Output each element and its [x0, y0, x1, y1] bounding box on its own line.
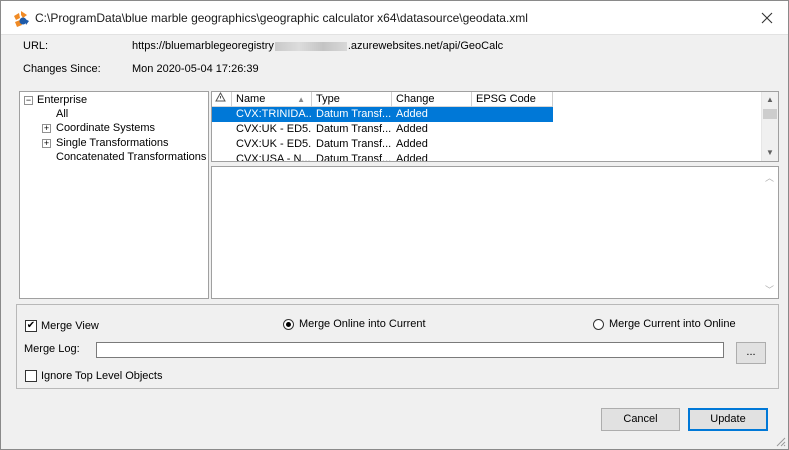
changes-since-label: Changes Since:	[23, 63, 101, 75]
tree-item-enterprise[interactable]: Enterprise	[37, 93, 87, 107]
grid-header: Name ▲ Type Change EPSG Code	[212, 92, 553, 107]
url-prefix: https://bluemarblegeoregistry	[132, 40, 274, 52]
merge-online-label: Merge Online into Current	[299, 318, 426, 330]
tree-item-coordinate-systems[interactable]: Coordinate Systems	[56, 121, 155, 135]
update-button[interactable]: Update	[688, 408, 768, 431]
table-row[interactable]: CVX:UK - ED5... Datum Transf... Added	[212, 137, 553, 152]
window-title: C:\ProgramData\blue marble geographics\g…	[35, 11, 528, 25]
category-tree[interactable]: − Enterprise All + Coordinate Systems + …	[19, 91, 209, 299]
cancel-button[interactable]: Cancel	[601, 408, 680, 431]
merge-current-radio[interactable]	[593, 319, 604, 330]
collapse-icon[interactable]: −	[24, 96, 33, 105]
column-header-change[interactable]: Change	[392, 92, 472, 107]
close-button[interactable]	[752, 5, 782, 31]
url-label: URL:	[23, 40, 49, 52]
scroll-up-icon[interactable]: ︿	[765, 171, 774, 184]
expand-icon[interactable]: +	[42, 139, 51, 148]
browse-button[interactable]: ...	[736, 342, 766, 364]
url-value: https://bluemarblegeoregistry .azurewebsi…	[132, 40, 503, 52]
detail-panel[interactable]: ︿ ﹀	[211, 166, 779, 299]
app-logo-icon	[12, 10, 30, 28]
table-row[interactable]: CVX:USA - N... Datum Transf... Added	[212, 152, 553, 161]
changes-grid[interactable]: Name ▲ Type Change EPSG Code CVX:TRINIDA…	[211, 91, 779, 162]
dialog-window: C:\ProgramData\blue marble geographics\g…	[0, 0, 789, 450]
expand-icon[interactable]: +	[42, 124, 51, 133]
sort-asc-icon: ▲	[297, 95, 305, 104]
scroll-thumb[interactable]	[763, 109, 777, 119]
scroll-down-icon[interactable]: ▼	[762, 145, 778, 161]
merge-online-radio[interactable]	[283, 319, 294, 330]
title-bar: C:\ProgramData\blue marble geographics\g…	[1, 1, 788, 35]
grid-scrollbar[interactable]: ▲ ▼	[761, 92, 778, 161]
merge-view-checkbox[interactable]: ✔	[25, 320, 37, 332]
merge-view-label: Merge View	[41, 320, 99, 332]
merge-log-label: Merge Log:	[24, 343, 80, 355]
redacted-blur	[274, 41, 347, 51]
merge-log-input[interactable]	[96, 342, 724, 358]
table-row[interactable]: CVX:TRINIDA... Datum Transf... Added	[212, 107, 553, 122]
merge-current-label: Merge Current into Online	[609, 318, 736, 330]
warning-column-icon[interactable]	[212, 92, 232, 107]
close-icon	[761, 12, 773, 24]
merge-options-group: ✔ Merge View Merge Online into Current M…	[16, 304, 779, 389]
table-row[interactable]: CVX:UK - ED5... Datum Transf... Added	[212, 122, 553, 137]
ignore-top-level-label: Ignore Top Level Objects	[41, 370, 163, 382]
tree-item-all[interactable]: All	[56, 107, 68, 121]
resize-grip-icon[interactable]	[774, 435, 786, 447]
column-header-type[interactable]: Type	[312, 92, 392, 107]
url-suffix: .azurewebsites.net/api/GeoCalc	[347, 40, 504, 52]
tree-item-concatenated-transformations[interactable]: Concatenated Transformations	[56, 150, 206, 164]
tree-item-single-transformations[interactable]: Single Transformations	[56, 136, 169, 150]
changes-since-value: Mon 2020-05-04 17:26:39	[132, 63, 259, 75]
scroll-down-icon[interactable]: ﹀	[765, 283, 774, 296]
column-header-name[interactable]: Name ▲	[232, 92, 312, 107]
scroll-up-icon[interactable]: ▲	[762, 92, 778, 108]
column-header-epsg[interactable]: EPSG Code	[472, 92, 553, 107]
ignore-top-level-checkbox[interactable]	[25, 370, 37, 382]
